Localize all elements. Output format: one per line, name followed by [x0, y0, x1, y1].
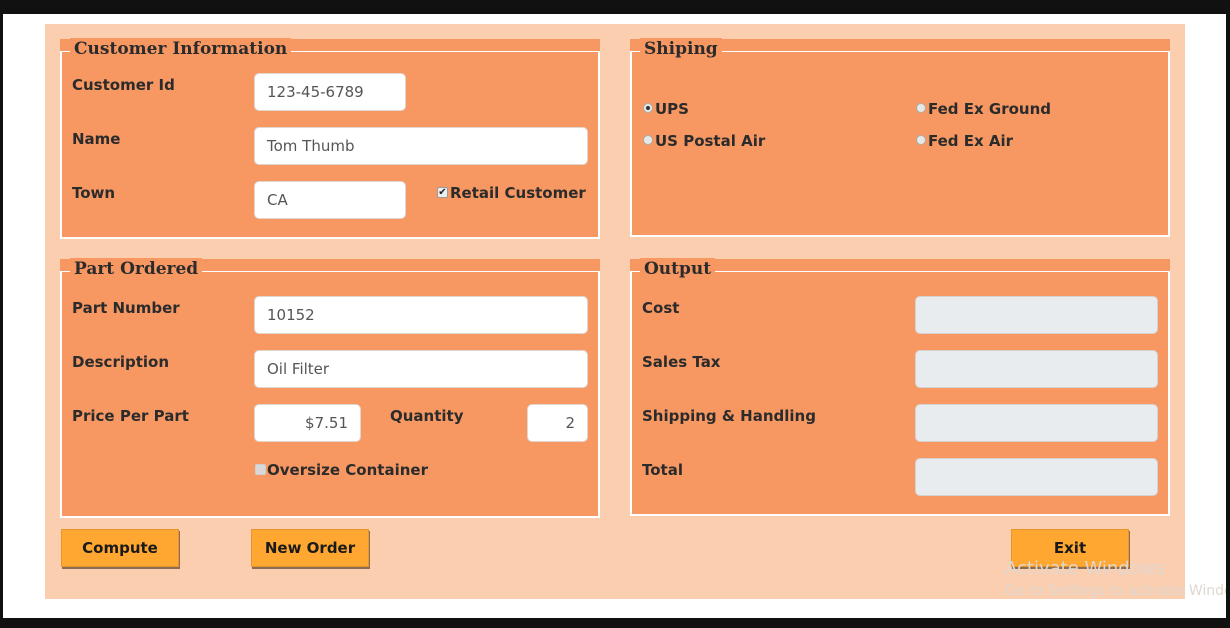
window-top-frame	[0, 0, 1230, 14]
name-label: Name	[72, 130, 121, 148]
retail-customer-checkbox[interactable]: ✔	[437, 187, 448, 198]
oversize-container-checkbox[interactable]	[255, 464, 266, 475]
quantity-label: Quantity	[390, 407, 464, 425]
shipping-legend: Shiping	[640, 38, 722, 60]
part-number-label: Part Number	[72, 299, 180, 317]
sales-tax-label: Sales Tax	[642, 353, 721, 371]
customer-information-legend: Customer Information	[70, 38, 292, 60]
fedex-air-radio[interactable]	[916, 135, 926, 145]
cost-label: Cost	[642, 299, 680, 317]
price-per-part-label: Price Per Part	[72, 407, 189, 425]
price-per-part-input[interactable]: $7.51	[254, 404, 361, 442]
part-ordered-legend: Part Ordered	[70, 258, 203, 280]
fedex-ground-radio[interactable]	[916, 103, 926, 113]
ups-label[interactable]: UPS	[655, 100, 689, 118]
town-label: Town	[72, 184, 116, 202]
customer-id-input[interactable]: 123-45-6789	[254, 73, 406, 111]
sales-tax-output	[915, 350, 1158, 388]
output-legend: Output	[640, 258, 716, 280]
customer-id-label: Customer Id	[72, 76, 175, 94]
window-bottom-frame	[0, 618, 1230, 628]
retail-customer-label[interactable]: Retail Customer	[450, 184, 586, 202]
cost-output	[915, 296, 1158, 334]
town-input[interactable]: CA	[254, 181, 406, 219]
description-input[interactable]: Oil Filter	[254, 350, 588, 388]
name-input[interactable]: Tom Thumb	[254, 127, 588, 165]
shipping-handling-label: Shipping & Handling	[642, 407, 816, 425]
shipping-handling-output	[915, 404, 1158, 442]
activate-windows-watermark: Activate Windows	[1005, 558, 1165, 579]
fedex-air-label[interactable]: Fed Ex Air	[928, 132, 1013, 150]
us-postal-air-radio[interactable]	[643, 135, 653, 145]
activate-windows-hint: Go to Settings to activate Windows.	[1005, 583, 1226, 599]
ups-radio[interactable]	[643, 103, 653, 113]
oversize-container-label[interactable]: Oversize Container	[267, 461, 428, 479]
window-right-frame	[1226, 14, 1230, 618]
total-label: Total	[642, 461, 683, 479]
fedex-ground-label[interactable]: Fed Ex Ground	[928, 100, 1051, 118]
new-order-button[interactable]: New Order	[251, 529, 369, 567]
part-number-input[interactable]: 10152	[254, 296, 588, 334]
compute-button[interactable]: Compute	[61, 529, 179, 567]
window-left-frame	[0, 14, 3, 618]
quantity-input[interactable]: 2	[527, 404, 588, 442]
us-postal-air-label[interactable]: US Postal Air	[655, 132, 765, 150]
total-output	[915, 458, 1158, 496]
description-label: Description	[72, 353, 170, 371]
